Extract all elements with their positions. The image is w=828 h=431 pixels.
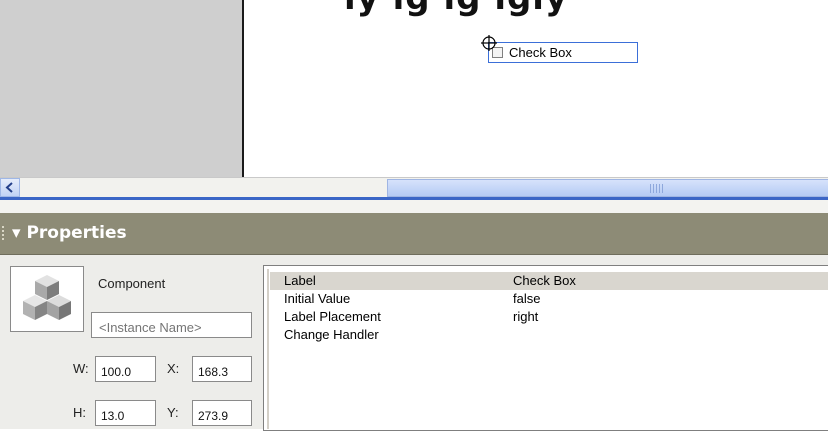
- arrow-left-icon: [5, 182, 13, 193]
- component-type-label: Component: [98, 276, 166, 291]
- panel-title[interactable]: ▾ Properties: [12, 223, 127, 243]
- param-row-label-placement[interactable]: Label Placement right: [270, 308, 828, 326]
- width-input[interactable]: [95, 356, 156, 382]
- y-position-input[interactable]: [192, 400, 252, 426]
- height-label: H:: [73, 405, 86, 420]
- param-name: Label: [284, 273, 316, 288]
- param-value[interactable]: false: [513, 291, 540, 306]
- grip-icon: [650, 184, 664, 193]
- param-row-initial-value[interactable]: Initial Value false: [270, 290, 828, 308]
- param-name: Initial Value: [284, 291, 351, 306]
- panel-grip-icon[interactable]: [2, 226, 4, 240]
- param-value[interactable]: right: [513, 309, 538, 324]
- param-name: Change Handler: [284, 327, 379, 342]
- scroll-thumb[interactable]: [387, 179, 828, 197]
- horizontal-scrollbar[interactable]: [0, 177, 828, 198]
- library-gray-area: [0, 0, 242, 177]
- component-cubes-icon: [23, 275, 71, 320]
- stage-canvas[interactable]: ıy ıg ıg ıgıy Check Box: [244, 0, 828, 177]
- scroll-left-button[interactable]: [0, 178, 20, 197]
- panel-separator: [0, 197, 828, 213]
- component-thumbnail: [10, 266, 84, 332]
- height-input[interactable]: [95, 400, 156, 426]
- width-label: W:: [73, 361, 89, 376]
- x-position-label: X:: [167, 361, 180, 376]
- checkbox-label: Check Box: [509, 45, 572, 60]
- y-position-label: Y:: [167, 405, 179, 420]
- param-name: Label Placement: [284, 309, 381, 324]
- x-position-input[interactable]: [192, 356, 252, 382]
- properties-panel-header[interactable]: ▾ Properties: [0, 213, 828, 255]
- param-row-change-handler[interactable]: Change Handler: [270, 326, 828, 344]
- instance-name-input[interactable]: [91, 312, 252, 338]
- properties-panel-body: Component W: X: H: Y: Label Check Box In…: [0, 255, 828, 431]
- checkbox-component-instance[interactable]: Check Box: [488, 42, 638, 63]
- grid-inner-edge: [267, 269, 269, 429]
- crosshair-icon: [481, 35, 497, 51]
- component-parameters-grid[interactable]: Label Check Box Initial Value false Labe…: [263, 265, 828, 431]
- stage-heading-fragment: ıy ıg ıg ıgıy: [344, 0, 568, 18]
- param-row-label[interactable]: Label Check Box: [270, 272, 828, 290]
- param-value[interactable]: Check Box: [513, 273, 576, 288]
